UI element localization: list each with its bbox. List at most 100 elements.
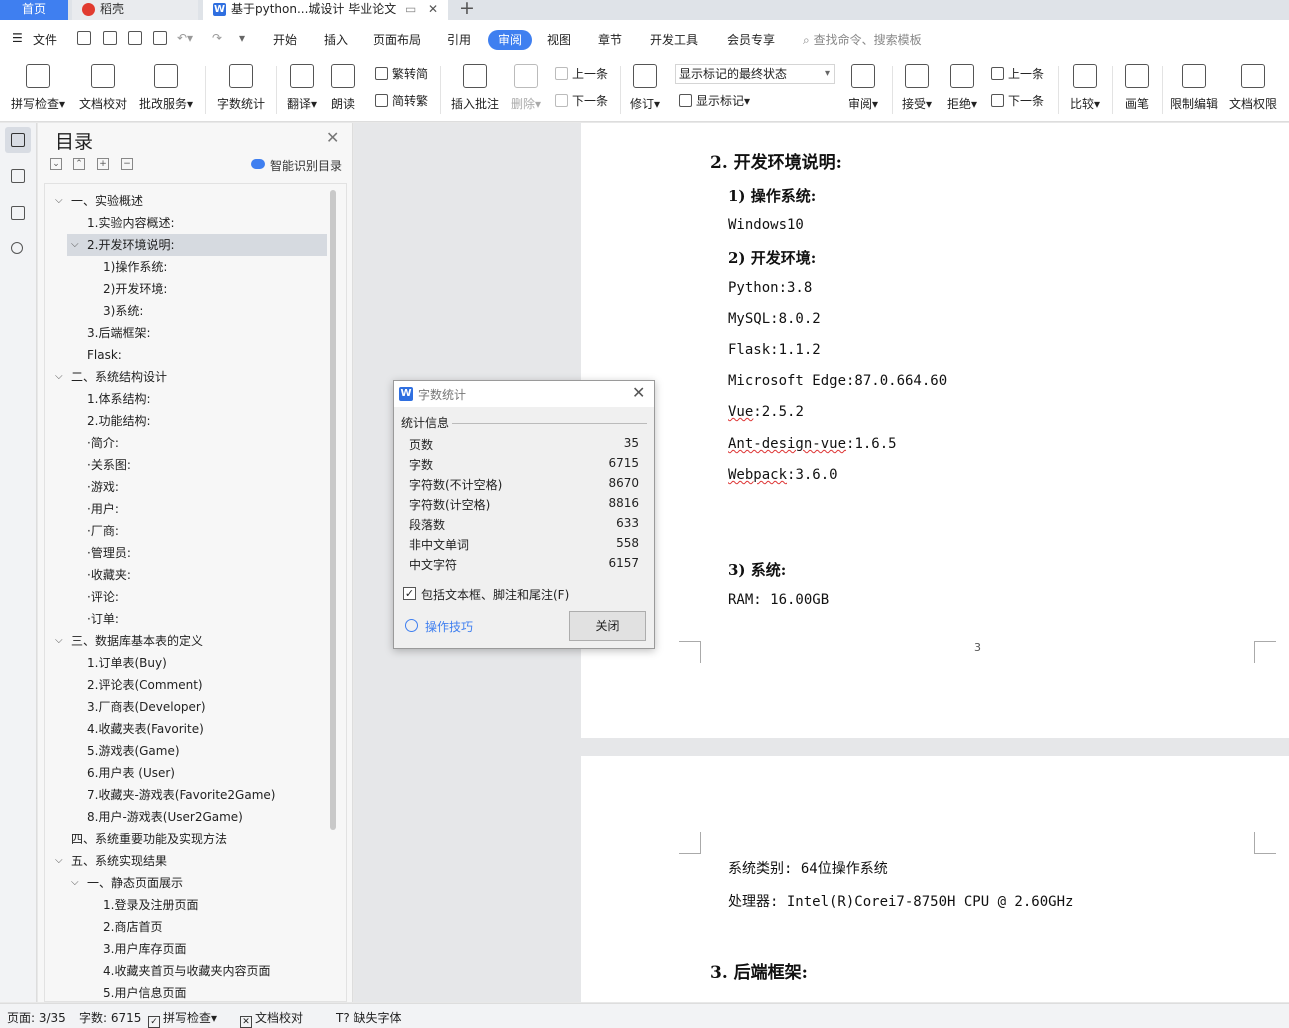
expand-up-icon[interactable]: ⌃ [73, 158, 85, 170]
toc-item[interactable]: ·游戏: [45, 476, 327, 498]
bookmark-button[interactable] [5, 200, 31, 226]
toc-close-icon[interactable]: ✕ [326, 128, 339, 147]
markup-display-select[interactable]: 显示标记的最终状态 [675, 64, 835, 84]
misspelled-word[interactable]: Webpack [728, 467, 787, 483]
misspelled-word[interactable]: Vue [728, 404, 753, 420]
trad-to-simp-button[interactable]: 繁转简 [375, 65, 428, 82]
word-count-indicator[interactable]: 字数: 6715 [79, 1009, 141, 1026]
menu-page-layout[interactable]: 页面布局 [373, 31, 421, 48]
accept-button[interactable]: 接受▾ [899, 64, 935, 112]
menu-review[interactable]: 审阅 [488, 30, 532, 50]
dialog-close-icon[interactable]: ✕ [632, 383, 645, 402]
toc-item[interactable]: 1)操作系统: [45, 256, 327, 278]
spell-check-status[interactable]: ✓ 拼写检查▾ [148, 1009, 217, 1028]
tab-monitor-icon[interactable]: ▭ [405, 0, 416, 19]
translate-button[interactable]: 翻译▾ [283, 64, 321, 112]
doc-proof-button[interactable]: 文档校对 [77, 64, 129, 112]
include-textbox-label[interactable]: 包括文本框、脚注和尾注(F) [421, 586, 569, 603]
menu-chapter[interactable]: 章节 [598, 31, 622, 48]
menu-insert[interactable]: 插入 [324, 31, 348, 48]
toc-item[interactable]: 2)开发环境: [45, 278, 327, 300]
toc-item[interactable]: 1.体系结构: [45, 388, 327, 410]
toc-item[interactable]: 1.订单表(Buy) [45, 652, 327, 674]
toc-item[interactable]: ·管理员: [45, 542, 327, 564]
doc-proof-status[interactable]: ✕ 文档校对 [240, 1009, 303, 1028]
toc-item[interactable]: 3)系统: [45, 300, 327, 322]
menu-member[interactable]: 会员专享 [727, 31, 775, 48]
toc-item[interactable]: ·收藏夹: [45, 564, 327, 586]
smart-toc-button[interactable]: 智能识别目录 [270, 157, 342, 174]
chevron-down-icon[interactable]: ⌵ [55, 366, 63, 388]
chevron-down-icon[interactable]: ⌵ [55, 190, 63, 212]
prev-comment-button[interactable]: 上一条 [555, 65, 608, 82]
toc-item[interactable]: ⌵ 三、数据库基本表的定义 [45, 630, 327, 652]
menu-references[interactable]: 引用 [447, 31, 471, 48]
toc-item[interactable]: 6.用户表 (User) [45, 762, 327, 784]
restrict-edit-button[interactable]: 限制编辑 [1168, 64, 1220, 112]
insert-comment-button[interactable]: 插入批注 [449, 64, 501, 112]
toc-item[interactable]: 3.用户库存页面 [45, 938, 327, 960]
toc-item[interactable]: 2.商店首页 [45, 916, 327, 938]
toc-item[interactable]: ·简介: [45, 432, 327, 454]
toc-item[interactable]: Flask: [45, 344, 327, 366]
page-indicator[interactable]: 页面: 3/35 [7, 1009, 66, 1026]
print-icon[interactable] [128, 31, 142, 45]
next-comment-button[interactable]: 下一条 [555, 92, 608, 109]
review-pane-button[interactable]: 审阅▾ [845, 64, 881, 112]
missing-font-status[interactable]: T? 缺失字体 [336, 1009, 402, 1026]
chevron-down-icon[interactable]: ⌵ [71, 234, 79, 256]
show-markup-button[interactable]: 显示标记▾ [679, 92, 750, 109]
new-tab-button[interactable]: + [459, 0, 475, 19]
toc-item[interactable]: ·用户: [45, 498, 327, 520]
track-changes-button[interactable]: 修订▾ [627, 64, 663, 112]
toc-item[interactable]: 4.收藏夹首页与收藏夹内容页面 [45, 960, 327, 982]
include-textbox-checkbox[interactable]: ✓ [403, 587, 416, 600]
delete-comment-button[interactable]: 删除▾ [507, 64, 545, 112]
tab-document[interactable]: W 基于python...城设计 毕业论文 ▭ ✕ [203, 0, 448, 20]
toc-panel-button[interactable] [5, 127, 31, 153]
menu-file[interactable]: 文件 [33, 31, 57, 48]
reject-button[interactable]: 拒绝▾ [944, 64, 980, 112]
chevron-down-icon[interactable]: ⌵ [55, 850, 63, 872]
find-button[interactable] [5, 236, 31, 262]
toc-item[interactable]: 1.登录及注册页面 [45, 894, 327, 916]
hamburger-icon[interactable]: ☰ [12, 31, 23, 45]
quick-access-dropdown-icon[interactable]: ▾ [239, 31, 245, 45]
chevron-down-icon[interactable]: ⌵ [55, 630, 63, 652]
chevron-down-icon[interactable]: ⌵ [71, 872, 79, 894]
remove-heading-icon[interactable]: − [121, 158, 133, 170]
pen-button[interactable]: 画笔 [1120, 64, 1154, 112]
simp-to-trad-button[interactable]: 简转繁 [375, 92, 428, 109]
prev-change-button[interactable]: 上一条 [991, 65, 1044, 82]
toc-item[interactable]: ⌵ 一、静态页面展示 [45, 872, 327, 894]
chapter-nav-button[interactable] [5, 163, 31, 189]
toc-item[interactable]: 1.实验内容概述: [45, 212, 327, 234]
toc-item[interactable]: 2.评论表(Comment) [45, 674, 327, 696]
compare-button[interactable]: 比较▾ [1067, 64, 1103, 112]
tab-home[interactable]: 首页 [0, 0, 68, 20]
toc-item[interactable]: 四、系统重要功能及实现方法 [45, 828, 327, 850]
read-aloud-button[interactable]: 朗读 [326, 64, 360, 112]
toc-item[interactable]: ·评论: [45, 586, 327, 608]
toc-scrollbar[interactable] [330, 190, 336, 830]
toc-item[interactable]: ⌵ 2.开发环境说明: [67, 234, 327, 256]
doc-permission-button[interactable]: 文档权限 [1227, 64, 1279, 112]
close-button[interactable]: 关闭 [569, 611, 646, 641]
save-icon[interactable] [77, 31, 91, 45]
next-change-button[interactable]: 下一条 [991, 92, 1044, 109]
toc-item[interactable]: ·订单: [45, 608, 327, 630]
menu-start[interactable]: 开始 [273, 31, 297, 48]
toc-item[interactable]: 2.功能结构: [45, 410, 327, 432]
command-search[interactable]: ⌕ 查找命令、搜索模板 [803, 31, 922, 48]
print-preview-icon[interactable] [153, 31, 167, 45]
spell-check-button[interactable]: 拼写检查▾ [8, 64, 68, 112]
toc-item[interactable]: 3.厂商表(Developer) [45, 696, 327, 718]
toc-item[interactable]: 5.用户信息页面 [45, 982, 327, 1001]
collapse-all-icon[interactable]: ⌄ [50, 158, 62, 170]
redo-icon[interactable]: ↷ [212, 31, 222, 45]
undo-icon[interactable]: ↶▾ [177, 31, 193, 45]
toc-item[interactable]: 7.收藏夹-游戏表(Favorite2Game) [45, 784, 327, 806]
word-count-button[interactable]: 字数统计 [214, 64, 268, 112]
toc-item[interactable]: ⌵ 二、系统结构设计 [45, 366, 327, 388]
tab-daoke[interactable]: 稻壳 [72, 0, 198, 20]
